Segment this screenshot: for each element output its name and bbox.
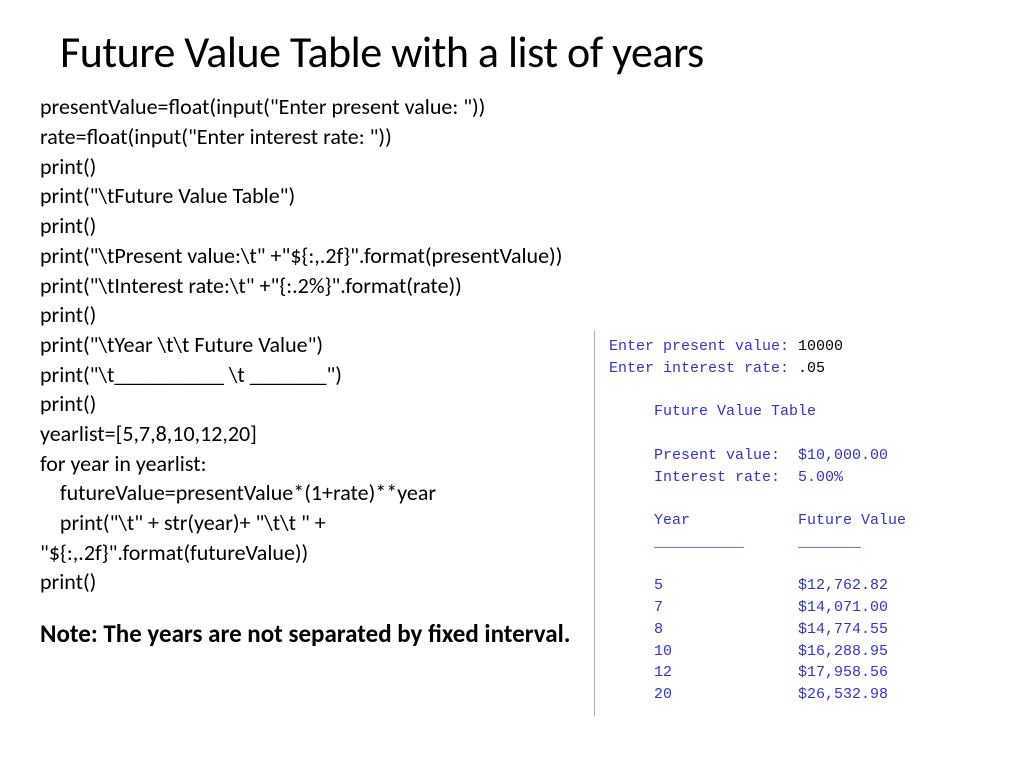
slide: Future Value Table with a list of years … <box>0 0 1024 768</box>
slide-title: Future Value Table with a list of years <box>60 28 984 76</box>
program-output: Enter present value: 10000 Enter interes… <box>594 330 994 716</box>
